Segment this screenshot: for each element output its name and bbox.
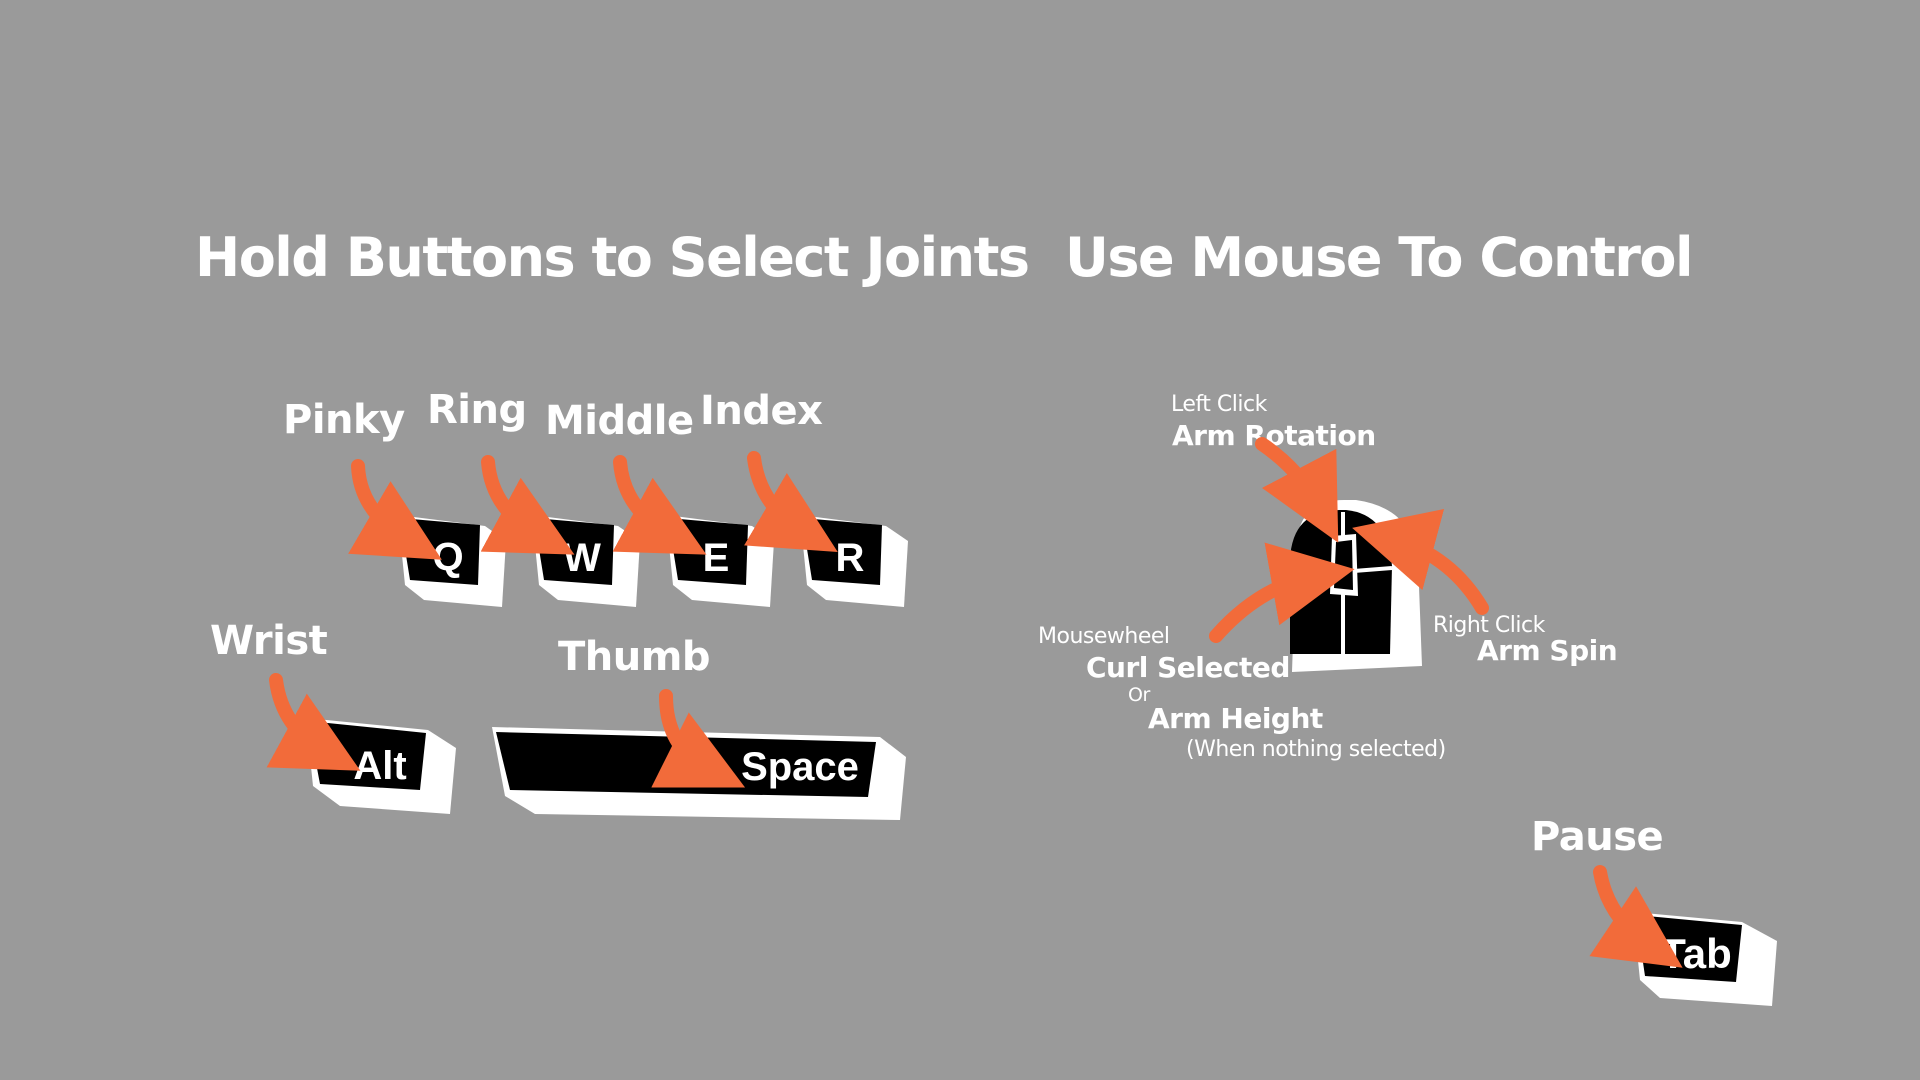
tab-key: Tab xyxy=(1633,912,1777,1006)
r-key-label: R xyxy=(836,536,865,580)
instruction-arrows xyxy=(266,437,1683,968)
q-key-label: Q xyxy=(432,535,463,579)
middle-arrow xyxy=(612,455,707,555)
tab-key-label: Tab xyxy=(1660,930,1732,977)
r-key: R xyxy=(800,515,908,607)
space-key-label: Space xyxy=(741,745,859,789)
ring-arrow xyxy=(480,455,575,555)
alt-key: Alt xyxy=(306,718,456,814)
w-key-label: W xyxy=(563,536,601,580)
e-key-label: E xyxy=(703,536,730,580)
wrist-arrow xyxy=(266,673,361,771)
pinky-arrow xyxy=(348,459,442,560)
left-click-arrow xyxy=(1255,437,1339,543)
w-key: W xyxy=(532,515,640,607)
key-diagram: Q W E R Alt Space Tab xyxy=(266,437,1777,1006)
q-key: Q xyxy=(398,515,506,607)
tab-arrow xyxy=(1589,865,1683,968)
mouse-icon xyxy=(1289,500,1422,672)
alt-key-label: Alt xyxy=(353,744,406,788)
space-key: Space xyxy=(492,727,906,820)
index-arrow xyxy=(744,451,838,552)
e-key: E xyxy=(666,515,774,607)
